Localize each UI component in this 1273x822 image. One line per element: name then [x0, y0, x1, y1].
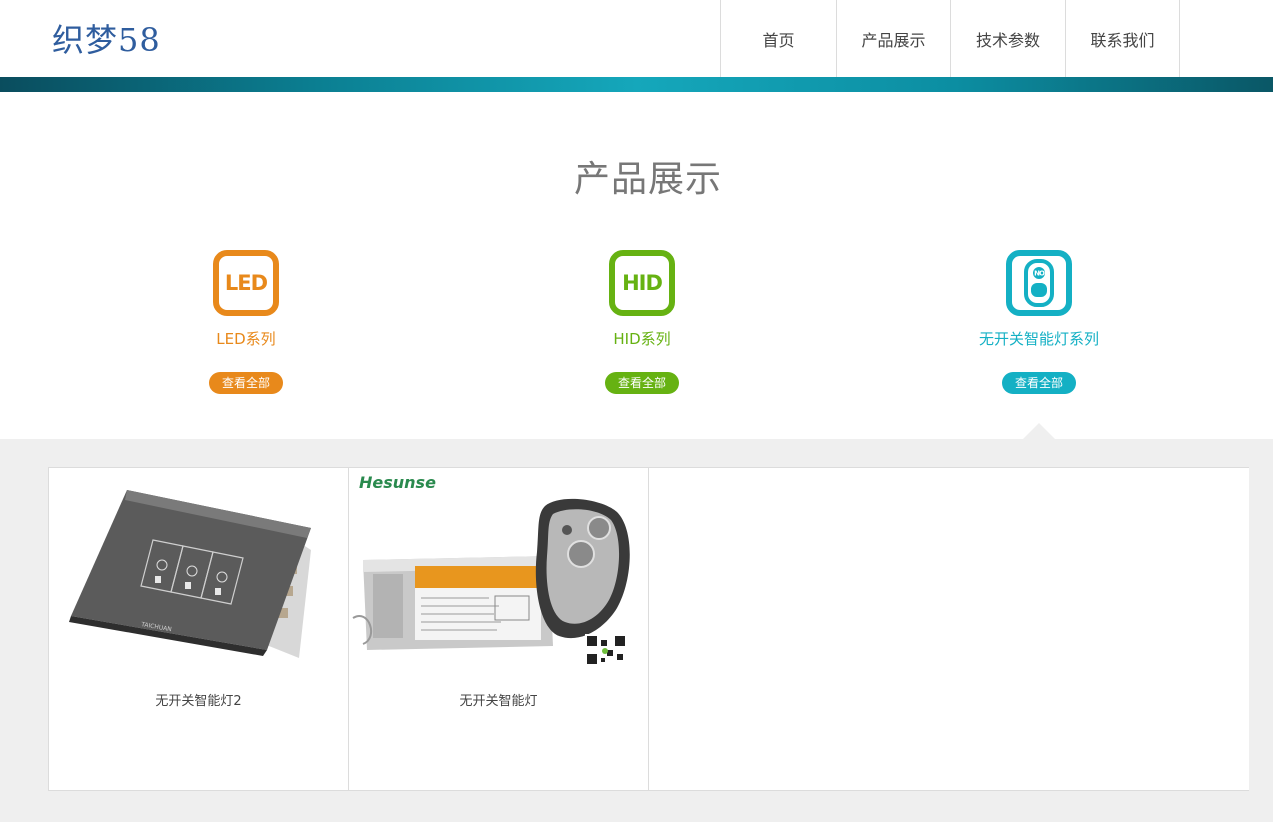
category-led: LED LED系列 查看全部 — [116, 250, 376, 394]
nav-item-products[interactable]: 产品展示 — [836, 0, 950, 77]
category-smart-light: NO 无开关智能灯系列 查看全部 — [909, 250, 1169, 394]
active-category-pointer — [1023, 423, 1055, 439]
category-name[interactable]: HID系列 — [512, 328, 772, 350]
hid-icon[interactable]: HID — [609, 250, 675, 316]
header-accent-bar — [0, 77, 1273, 92]
product-card[interactable]: Hesunse 无开关智能灯 — [349, 468, 649, 790]
category-name[interactable]: 无开关智能灯系列 — [909, 328, 1169, 350]
product-brand-logo: Hesunse — [359, 473, 436, 492]
touch-panel-image[interactable]: TAICHUAN — [49, 468, 348, 678]
main-nav: 首页 产品展示 技术参数 联系我们 — [720, 0, 1180, 77]
led-icon[interactable]: LED — [213, 250, 279, 316]
view-all-hid-button[interactable]: 查看全部 — [604, 372, 679, 394]
site-header: 织梦58 首页 产品展示 技术参数 联系我们 — [0, 0, 1273, 77]
view-all-led-button[interactable]: 查看全部 — [208, 372, 283, 394]
site-logo[interactable]: 织梦58 — [52, 14, 161, 62]
remote-ballast-image[interactable]: Hesunse — [349, 468, 648, 678]
nav-item-contact[interactable]: 联系我们 — [1065, 0, 1180, 77]
product-grid: TAICHUAN 无开关智能灯2 Hesunse 无开关智能灯 — [48, 467, 1249, 791]
remote-icon-svg: NO — [1024, 259, 1054, 307]
hid-icon-text: HID — [622, 271, 663, 295]
remote-icon[interactable]: NO — [1006, 250, 1072, 316]
view-all-smart-button[interactable]: 查看全部 — [1001, 372, 1076, 394]
nav-item-specs[interactable]: 技术参数 — [950, 0, 1065, 77]
logo-text: 织梦58 — [52, 21, 161, 59]
nav-item-home[interactable]: 首页 — [720, 0, 836, 77]
product-title[interactable]: 无开关智能灯2 — [49, 690, 348, 709]
category-hid: HID HID系列 查看全部 — [512, 250, 772, 394]
led-icon-text: LED — [224, 271, 268, 295]
product-card[interactable]: TAICHUAN 无开关智能灯2 — [49, 468, 349, 790]
remote-icon-text: NO — [1034, 270, 1045, 278]
section-title: 产品展示 — [573, 159, 722, 200]
product-title[interactable]: 无开关智能灯 — [349, 690, 648, 709]
category-name[interactable]: LED系列 — [116, 328, 376, 350]
